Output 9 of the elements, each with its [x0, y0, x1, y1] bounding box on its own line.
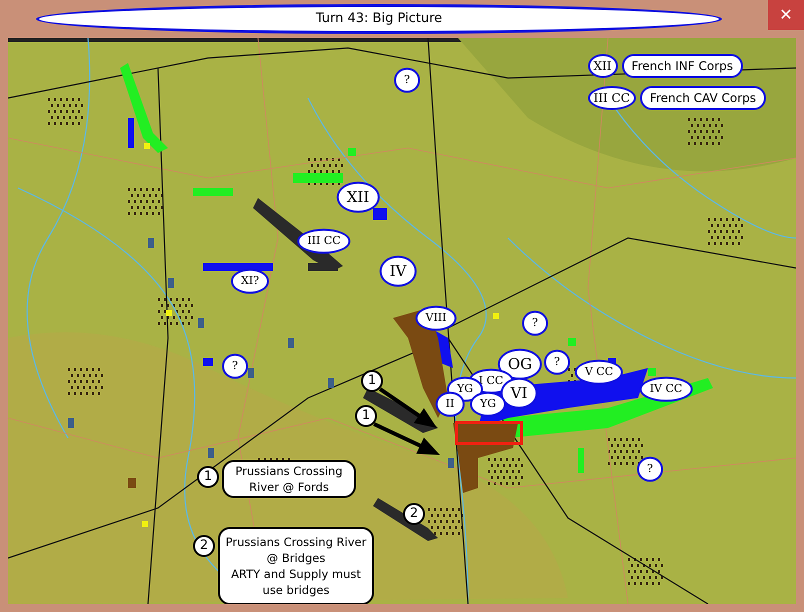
arrow — [373, 422, 440, 455]
callout-note: Prussians Crossing River @ Fords — [222, 460, 356, 498]
highlight-box — [455, 421, 523, 445]
callout-note: Prussians Crossing River @ Bridges ARTY and Supply must use bridges — [218, 527, 374, 604]
legend-label: French CAV Corps — [640, 86, 766, 110]
arrow — [378, 387, 437, 428]
legend-label: French INF Corps — [622, 54, 744, 78]
window-title: Turn 43: Big Picture — [36, 4, 722, 34]
close-button[interactable]: ✕ — [768, 0, 804, 30]
